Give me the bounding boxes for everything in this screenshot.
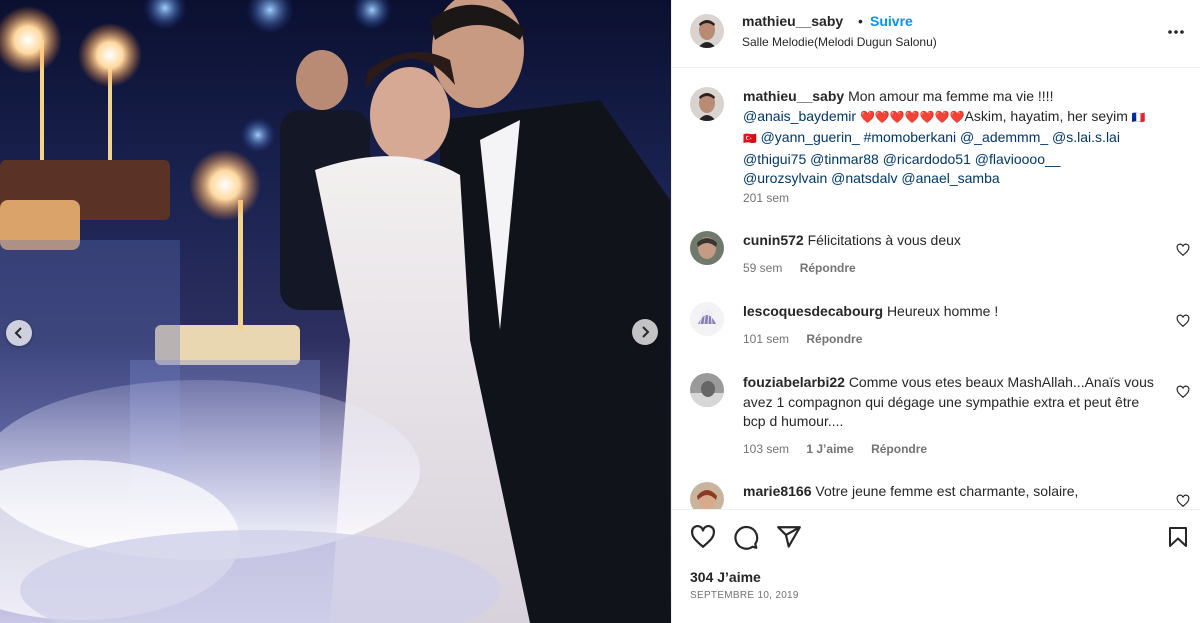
- like-comment-heart-icon[interactable]: [1176, 243, 1190, 257]
- action-bar: [690, 524, 1190, 552]
- post-header: mathieu__saby • Suivre Salle Melodie(Mel…: [672, 0, 1200, 68]
- chevron-left-icon: [14, 327, 22, 339]
- comment-item: fouziabelarbi22 Comme vous etes beaux Ma…: [690, 373, 1190, 463]
- author-avatar[interactable]: [690, 14, 724, 48]
- comment-meta: 101 sem Répondre: [743, 332, 876, 346]
- heart-icon[interactable]: [690, 524, 716, 550]
- next-photo-button[interactable]: [632, 319, 658, 345]
- separator-dot: •: [858, 13, 863, 29]
- comment-time[interactable]: 101 sem: [743, 332, 789, 346]
- commenter-username[interactable]: cunin572: [743, 232, 804, 248]
- like-comment-heart-icon[interactable]: [1176, 385, 1190, 399]
- caption-message: Mon amour ma femme ma vie !!!!: [848, 88, 1054, 104]
- like-comment-heart-icon[interactable]: [1176, 494, 1190, 508]
- mentions-line-2[interactable]: @thigui75 @tinmar88 @ricardodo51 @flavio…: [743, 151, 1061, 167]
- commenter-username[interactable]: lescoquesdecabourg: [743, 303, 883, 319]
- more-icon[interactable]: [1166, 22, 1186, 42]
- post-footer: 304 J’aime SEPTEMBRE 10, 2019: [672, 509, 1200, 623]
- comment-meta: 103 sem 1 J’aime Répondre: [743, 442, 941, 456]
- commenter-avatar[interactable]: [690, 302, 724, 336]
- caption-time[interactable]: 201 sem: [743, 191, 789, 205]
- comment-message: Heureux homme !: [886, 303, 999, 319]
- heart-emojis: ❤️❤️❤️❤️❤️❤️❤️: [859, 109, 965, 124]
- comment-message: Félicitations à vous deux: [807, 232, 961, 248]
- share-icon[interactable]: [776, 524, 802, 550]
- author-username[interactable]: mathieu__saby: [742, 13, 843, 29]
- caption-username[interactable]: mathieu__saby: [743, 88, 844, 104]
- post-location[interactable]: Salle Melodie(Melodi Dugun Salonu): [742, 35, 937, 49]
- comment-time[interactable]: 103 sem: [743, 442, 789, 456]
- caption-message-2: Askim, hayatim, her seyim: [964, 107, 1128, 124]
- reply-button[interactable]: Répondre: [806, 332, 862, 346]
- previous-photo-button[interactable]: [6, 320, 32, 346]
- commenter-avatar[interactable]: [690, 231, 724, 265]
- comment-item: cunin572 Félicitations à vous deux 59 se…: [690, 231, 1190, 281]
- reply-button[interactable]: Répondre: [800, 261, 856, 275]
- mention-link[interactable]: @anais_baydemir: [743, 108, 856, 124]
- follow-button[interactable]: Suivre: [870, 13, 913, 29]
- comment-likes[interactable]: 1 J’aime: [806, 442, 853, 456]
- comments-list[interactable]: mathieu__saby Mon amour ma femme ma vie …: [672, 69, 1200, 509]
- caption-meta: 201 sem: [743, 191, 803, 205]
- like-count[interactable]: 304 J’aime: [690, 569, 761, 585]
- commenter-username[interactable]: fouziabelarbi22: [743, 374, 845, 390]
- caption-text: mathieu__saby Mon amour ma femme ma vie …: [743, 87, 1163, 189]
- wedding-photo: [0, 0, 671, 623]
- flag-tr: 🇹🇷: [743, 133, 757, 145]
- bookmark-icon[interactable]: [1166, 524, 1190, 550]
- chevron-right-icon: [642, 326, 650, 338]
- reply-button[interactable]: Répondre: [871, 442, 927, 456]
- comment-meta: 59 sem Répondre: [743, 261, 870, 275]
- comment-item: lescoquesdecabourg Heureux homme ! 101 s…: [690, 302, 1190, 352]
- commenter-username[interactable]: marie8166: [743, 483, 812, 499]
- comment-text: cunin572 Félicitations à vous deux: [743, 231, 1163, 251]
- like-comment-heart-icon[interactable]: [1176, 314, 1190, 328]
- mentions-line-3[interactable]: @urozsylvain @natsdalv @anael_samba: [743, 170, 1000, 186]
- flag-fr: 🇫🇷: [1131, 111, 1146, 124]
- comment-message: Votre jeune femme est charmante, solaire…: [815, 483, 1079, 499]
- comment-text: lescoquesdecabourg Heureux homme !: [743, 302, 1163, 322]
- comment-item: marie8166 Votre jeune femme est charmant…: [690, 482, 1190, 509]
- mentions-line-1[interactable]: @yann_guerin_ #momoberkani @_ademmm_ @s.…: [761, 129, 1120, 145]
- post-date[interactable]: SEPTEMBRE 10, 2019: [690, 590, 799, 601]
- post-photo[interactable]: [0, 0, 671, 623]
- commenter-avatar[interactable]: [690, 373, 724, 407]
- commenter-avatar[interactable]: [690, 482, 724, 509]
- comment-time[interactable]: 59 sem: [743, 261, 782, 275]
- comment-text: fouziabelarbi22 Comme vous etes beaux Ma…: [743, 373, 1163, 432]
- comment-text: marie8166 Votre jeune femme est charmant…: [743, 482, 1163, 502]
- caption: mathieu__saby Mon amour ma femme ma vie …: [690, 87, 1190, 217]
- post-sidebar: mathieu__saby • Suivre Salle Melodie(Mel…: [671, 0, 1200, 623]
- comment-icon[interactable]: [733, 524, 759, 550]
- caption-avatar[interactable]: [690, 87, 724, 121]
